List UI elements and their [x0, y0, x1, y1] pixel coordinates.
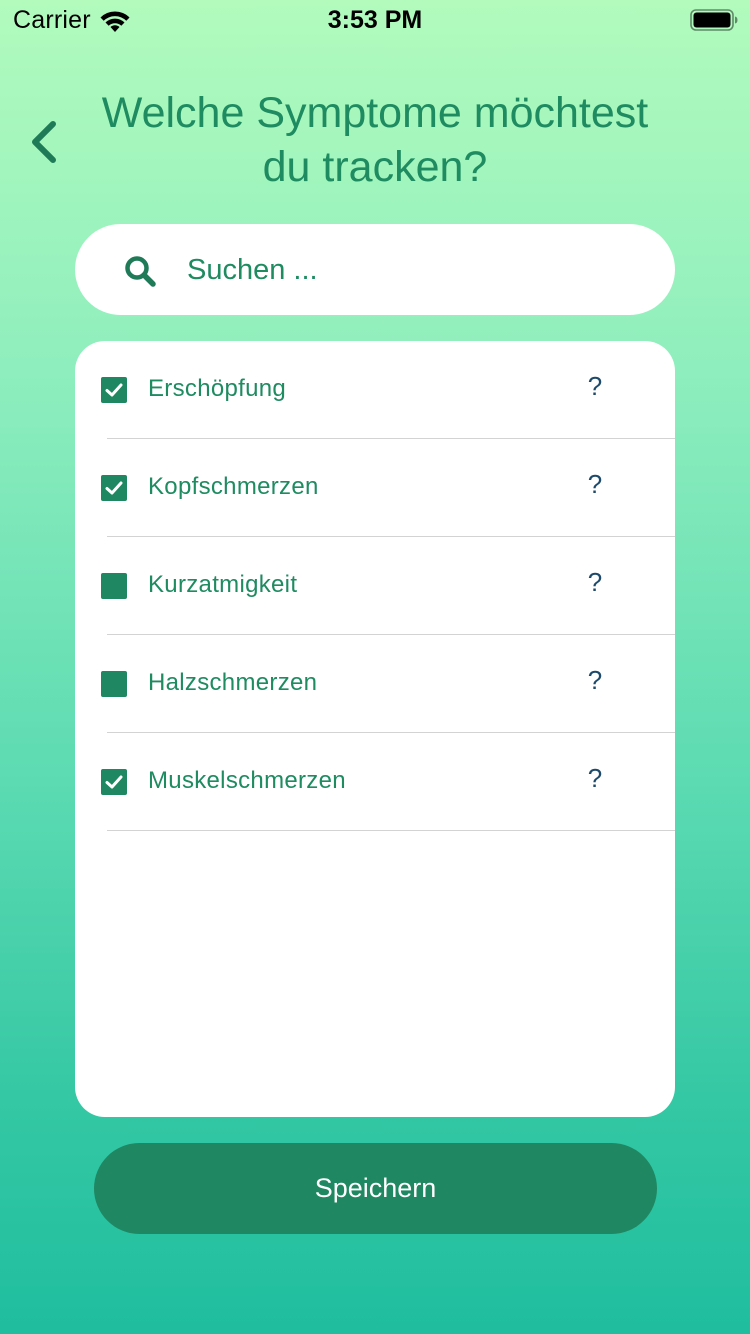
list-item[interactable]: Halzschmerzen ?	[75, 635, 675, 733]
list-item[interactable]: Muskelschmerzen ?	[75, 733, 675, 831]
symptom-label: Muskelschmerzen	[148, 767, 346, 794]
symptom-label: Kopfschmerzen	[148, 473, 319, 500]
checkmark-icon	[105, 383, 123, 397]
search-input[interactable]	[187, 246, 627, 294]
help-button[interactable]: ?	[580, 567, 610, 603]
chevron-left-icon	[32, 121, 56, 163]
list-item[interactable]: Kurzatmigkeit ?	[75, 537, 675, 635]
search-bar[interactable]	[75, 224, 675, 315]
symptom-checkbox[interactable]	[101, 671, 127, 697]
save-button[interactable]: Speichern	[94, 1143, 657, 1234]
symptom-checkbox[interactable]	[101, 377, 127, 403]
battery-full-icon	[690, 9, 738, 31]
search-icon	[123, 254, 157, 288]
symptom-label: Halzschmerzen	[148, 669, 318, 696]
status-bar: Carrier 3:53 PM	[0, 0, 750, 40]
symptom-checkbox[interactable]	[101, 769, 127, 795]
help-button[interactable]: ?	[580, 371, 610, 407]
symptom-checkbox[interactable]	[101, 475, 127, 501]
checkmark-icon	[105, 481, 123, 495]
help-button[interactable]: ?	[580, 469, 610, 505]
symptom-label: Erschöpfung	[148, 375, 287, 402]
clock: 3:53 PM	[327, 6, 423, 34]
checkmark-icon	[105, 775, 123, 789]
symptom-checkbox[interactable]	[101, 573, 127, 599]
page-title: Welche Symptome möchtest du tracken?	[101, 89, 649, 191]
help-button[interactable]: ?	[580, 763, 610, 799]
divider	[107, 830, 675, 831]
help-button[interactable]: ?	[580, 665, 610, 701]
list-item[interactable]: Erschöpfung ?	[75, 341, 675, 439]
symptom-label: Kurzatmigkeit	[148, 571, 298, 598]
list-item[interactable]: Kopfschmerzen ?	[75, 439, 675, 537]
back-button[interactable]	[22, 118, 66, 166]
symptom-list: Erschöpfung ? Kopfschmerzen ? Kurzatmigk…	[75, 341, 675, 1117]
